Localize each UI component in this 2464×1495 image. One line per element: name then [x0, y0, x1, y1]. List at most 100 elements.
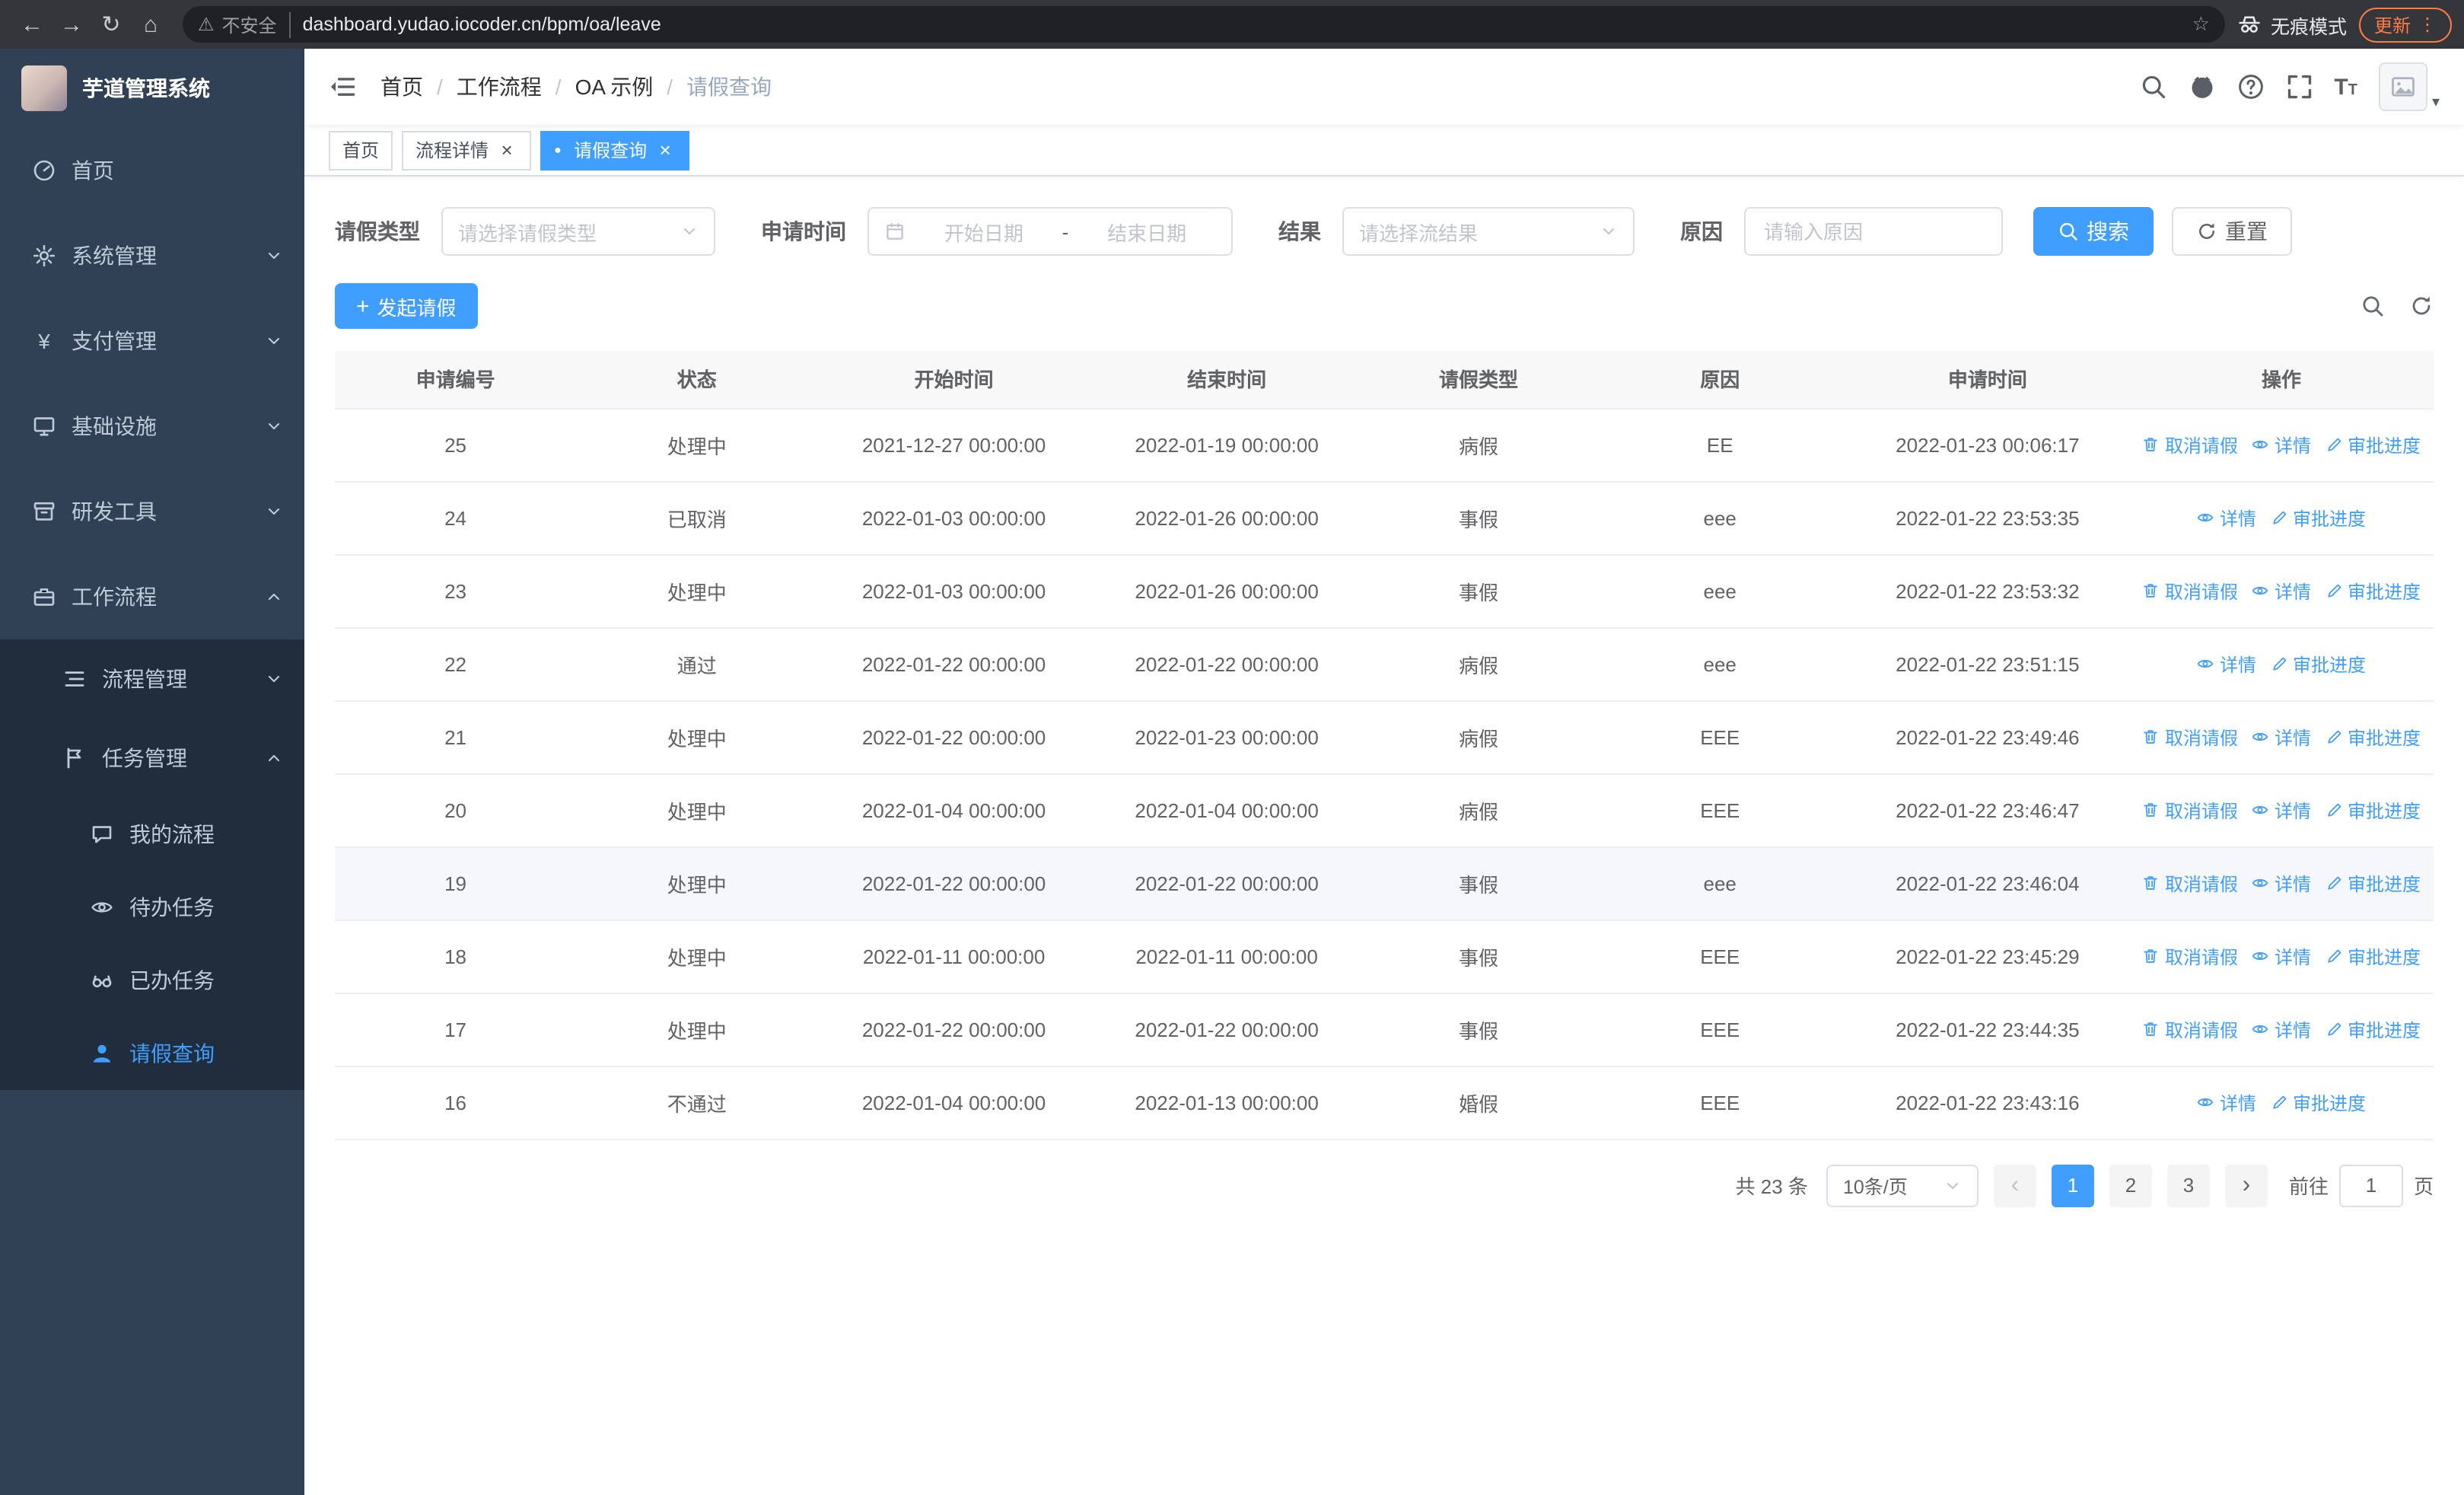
user-menu[interactable]: ▾: [2378, 62, 2440, 111]
detail-link[interactable]: 详情: [2252, 432, 2311, 457]
breadcrumb-item[interactable]: OA 示例: [575, 72, 654, 102]
github-icon[interactable]: [2188, 73, 2215, 100]
help-icon[interactable]: [2236, 73, 2264, 100]
approval-progress-link[interactable]: 审批进度: [2270, 651, 2366, 677]
button-label: 重置: [2225, 219, 2268, 244]
eye-icon: [2252, 801, 2270, 819]
prev-page-button[interactable]: ‹: [1993, 1164, 2036, 1207]
sidebar-item-label: 基础设施: [72, 414, 157, 438]
breadcrumb: 首页 / 工作流程 / OA 示例 / 请假查询: [380, 72, 772, 102]
approval-progress-link[interactable]: 审批进度: [2325, 870, 2421, 896]
tab-home[interactable]: 首页: [329, 130, 393, 170]
sidebar-item-leave-query[interactable]: 请假查询: [0, 1017, 304, 1090]
search-button[interactable]: 搜索: [2033, 207, 2154, 256]
table-row: 25 处理中 2021-12-27 00:00:00 2022-01-19 00…: [335, 408, 2434, 482]
pen-icon: [2270, 508, 2288, 527]
close-icon[interactable]: ×: [654, 139, 676, 161]
approval-progress-link[interactable]: 审批进度: [2325, 432, 2421, 457]
approval-progress-link[interactable]: 审批进度: [2270, 1089, 2366, 1115]
detail-link[interactable]: 详情: [2197, 1089, 2256, 1115]
eye-icon: [2252, 1020, 2270, 1038]
browser-update-button[interactable]: 更新 ⋮: [2358, 7, 2452, 42]
browser-toolbar: ← → ↻ ⌂ ⚠ 不安全 dashboard.yudao.iocoder.cn…: [0, 0, 2464, 49]
detail-link[interactable]: 详情: [2197, 505, 2256, 531]
browser-forward-button[interactable]: →: [52, 5, 91, 44]
cancel-leave-link[interactable]: 取消请假: [2142, 870, 2238, 896]
breadcrumb-item[interactable]: 工作流程: [457, 72, 542, 102]
page-button-3[interactable]: 3: [2166, 1164, 2210, 1207]
page-button-2[interactable]: 2: [2109, 1164, 2152, 1207]
approval-progress-link[interactable]: 审批进度: [2325, 1016, 2421, 1042]
goto-page-input[interactable]: [2338, 1164, 2403, 1207]
sidebar-toggle-button[interactable]: [329, 73, 356, 100]
detail-link[interactable]: 详情: [2252, 1016, 2311, 1042]
tab-leave-query[interactable]: ● 请假查询 ×: [540, 130, 690, 170]
start-date-placeholder: 开始日期: [944, 222, 1023, 244]
sidebar-item-devtools[interactable]: 研发工具: [0, 469, 304, 554]
sidebar-logo[interactable]: 芋道管理系统: [0, 49, 304, 128]
approval-progress-link[interactable]: 审批进度: [2325, 578, 2421, 604]
close-icon[interactable]: ×: [496, 139, 517, 161]
cancel-leave-link[interactable]: 取消请假: [2142, 943, 2238, 969]
detail-link[interactable]: 详情: [2252, 724, 2311, 750]
fullscreen-icon[interactable]: [2285, 73, 2313, 100]
browser-reload-button[interactable]: ↻: [91, 5, 131, 44]
pen-icon: [2325, 728, 2343, 746]
glasses-icon: [88, 968, 116, 993]
sidebar-item-home[interactable]: 首页: [0, 128, 304, 213]
tab-process-detail[interactable]: 流程详情 ×: [402, 130, 532, 170]
font-size-icon[interactable]: TT: [2334, 75, 2357, 98]
detail-link[interactable]: 详情: [2252, 578, 2311, 604]
sidebar-item-system[interactable]: 系统管理: [0, 213, 304, 298]
detail-link[interactable]: 详情: [2197, 651, 2256, 677]
cancel-leave-link[interactable]: 取消请假: [2142, 797, 2238, 823]
bookmark-star-icon[interactable]: ☆: [2192, 12, 2210, 37]
list-icon: [61, 667, 88, 691]
reason-input[interactable]: [1744, 207, 2003, 256]
monitor-icon: [30, 414, 58, 438]
create-leave-button[interactable]: + 发起请假: [335, 283, 478, 329]
chevron-down-icon: [265, 670, 283, 688]
browser-back-button[interactable]: ←: [12, 5, 52, 44]
search-icon[interactable]: [2139, 73, 2166, 100]
cancel-leave-link[interactable]: 取消请假: [2142, 432, 2238, 457]
sidebar-item-done-tasks[interactable]: 已办任务: [0, 944, 304, 1017]
breadcrumb-item[interactable]: 首页: [380, 72, 423, 102]
toggle-search-button[interactable]: [2361, 294, 2385, 318]
browser-menu-icon[interactable]: ⋮: [2418, 14, 2437, 35]
date-range-picker[interactable]: 开始日期 - 结束日期: [867, 207, 1233, 256]
approval-progress-link[interactable]: 审批进度: [2325, 797, 2421, 823]
detail-link[interactable]: 详情: [2252, 943, 2311, 969]
cancel-leave-link[interactable]: 取消请假: [2142, 1016, 2238, 1042]
col-header: 申请时间: [1845, 350, 2129, 409]
detail-link[interactable]: 详情: [2252, 797, 2311, 823]
approval-progress-link[interactable]: 审批进度: [2325, 724, 2421, 750]
sidebar-item-task-mgmt[interactable]: 任务管理: [0, 719, 304, 798]
security-label: 不安全: [221, 14, 277, 36]
browser-home-button[interactable]: ⌂: [131, 5, 170, 44]
navbar-actions: TT ▾: [2139, 62, 2440, 111]
cancel-leave-link[interactable]: 取消请假: [2142, 578, 2238, 604]
cancel-leave-link[interactable]: 取消请假: [2142, 724, 2238, 750]
next-page-button[interactable]: ›: [2224, 1164, 2268, 1207]
approval-progress-link[interactable]: 审批进度: [2270, 505, 2366, 531]
page-button-1[interactable]: 1: [2051, 1164, 2094, 1207]
sidebar-item-infra[interactable]: 基础设施: [0, 384, 304, 469]
reset-button[interactable]: 重置: [2172, 207, 2292, 256]
sidebar-item-todo-tasks[interactable]: 待办任务: [0, 871, 304, 944]
sidebar-item-my-process[interactable]: 我的流程: [0, 798, 304, 871]
sidebar-item-workflow[interactable]: 工作流程: [0, 554, 304, 639]
result-select[interactable]: 请选择流结果: [1342, 207, 1635, 256]
security-indicator[interactable]: ⚠ 不安全: [198, 11, 291, 37]
refresh-table-button[interactable]: [2409, 294, 2434, 318]
tab-label: 流程详情: [415, 140, 489, 161]
page-size-select[interactable]: 10条/页: [1826, 1164, 1979, 1207]
sidebar-item-process-mgmt[interactable]: 流程管理: [0, 639, 304, 719]
sidebar-item-label: 研发工具: [72, 499, 157, 524]
detail-link[interactable]: 详情: [2252, 870, 2311, 896]
approval-progress-link[interactable]: 审批进度: [2325, 943, 2421, 969]
leave-type-select[interactable]: 请选择请假类型: [441, 207, 715, 256]
browser-right-group: 无痕模式 更新 ⋮: [2237, 7, 2452, 42]
sidebar-item-payment[interactable]: ¥ 支付管理: [0, 298, 304, 384]
address-bar[interactable]: ⚠ 不安全 dashboard.yudao.iocoder.cn/bpm/oa/…: [183, 6, 2225, 43]
